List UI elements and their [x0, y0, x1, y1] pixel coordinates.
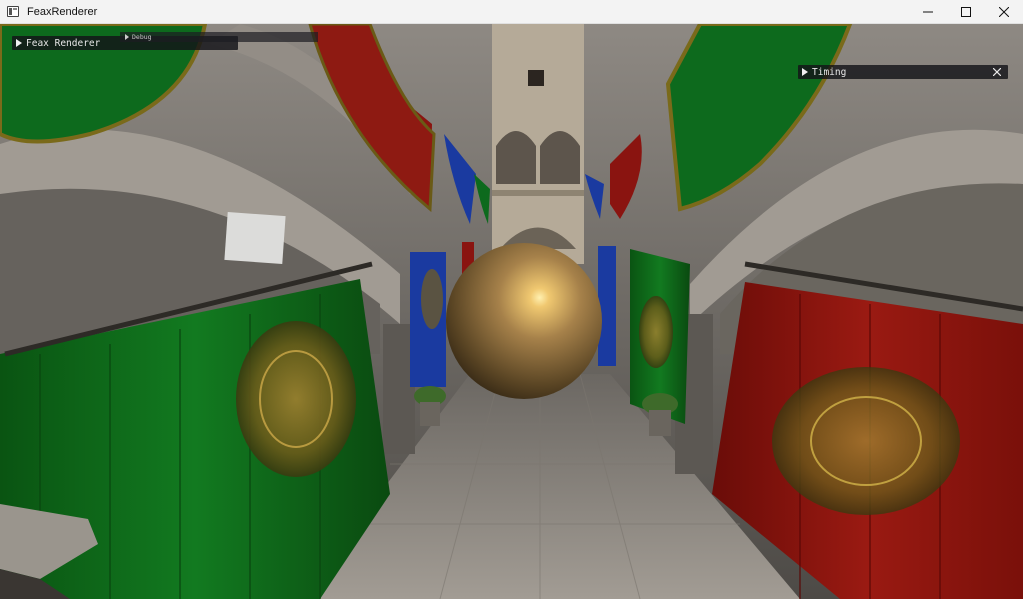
render-viewport[interactable]: Feax Renderer Debug Timing	[0, 24, 1023, 599]
close-icon	[999, 7, 1009, 17]
minimize-icon	[923, 11, 933, 13]
maximize-icon	[961, 7, 971, 17]
window-controls	[909, 0, 1023, 24]
timing-panel-header[interactable]: Timing	[798, 65, 1008, 79]
timing-close-button[interactable]	[992, 66, 1002, 77]
window-title: FeaxRenderer	[27, 5, 98, 18]
collapse-arrow-icon[interactable]	[125, 34, 129, 40]
timing-panel-title: Timing	[812, 66, 847, 78]
minimize-button[interactable]	[909, 0, 947, 24]
feax-renderer-panel-title: Feax Renderer	[26, 37, 101, 49]
app-icon	[7, 6, 19, 17]
collapse-arrow-icon[interactable]	[16, 39, 22, 47]
debug-panel-header[interactable]: Debug	[120, 32, 318, 42]
sponza-scene	[0, 24, 1023, 599]
close-icon	[993, 67, 1001, 76]
maximize-button[interactable]	[947, 0, 985, 24]
window-titlebar[interactable]: FeaxRenderer	[0, 0, 1023, 24]
debug-panel-title: Debug	[132, 33, 152, 41]
close-button[interactable]	[985, 0, 1023, 24]
collapse-arrow-icon[interactable]	[802, 68, 808, 76]
